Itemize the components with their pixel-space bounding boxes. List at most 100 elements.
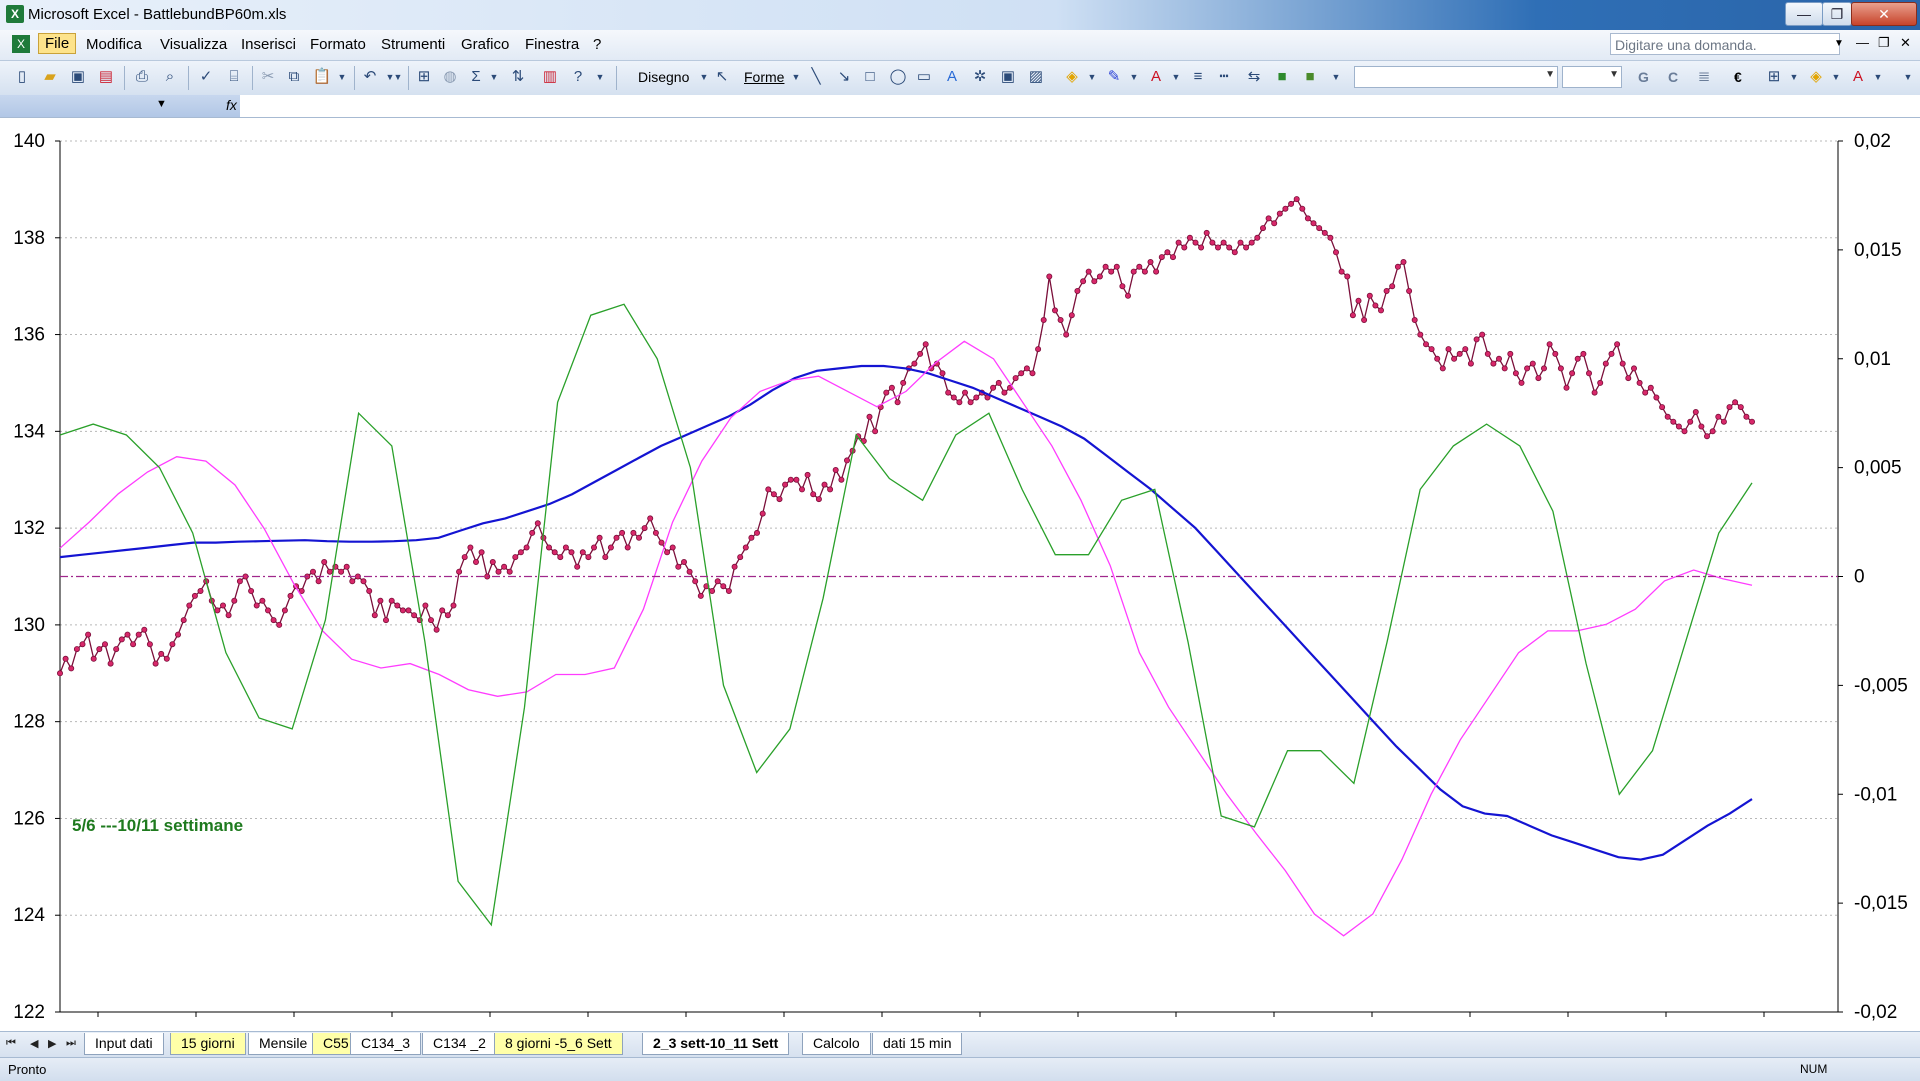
first-sheet-button[interactable]: ⏮ xyxy=(6,1037,16,1050)
sheet-tab[interactable]: 2_3 sett-10_11 Sett xyxy=(642,1033,790,1055)
chart-wizard-icon[interactable]: ▥ xyxy=(540,67,560,87)
cell-fill-dropdown-icon[interactable]: ▼ xyxy=(1826,67,1846,87)
menu-strumenti[interactable]: Strumenti xyxy=(381,36,445,53)
font-color-dropdown-icon[interactable]: ▼ xyxy=(1166,67,1186,87)
help-dropdown-arrow-icon[interactable]: ▼ xyxy=(1834,38,1844,49)
web-toolbar-icon[interactable]: ◍ xyxy=(440,67,460,87)
formatting-options-icon[interactable]: ▼ xyxy=(1898,67,1918,87)
doc-restore-button[interactable]: ❐ xyxy=(1878,35,1890,51)
menu-modifica[interactable]: Modifica xyxy=(86,36,142,53)
spelling-icon[interactable]: ✓ xyxy=(196,67,216,87)
3d-style-icon[interactable]: ■ xyxy=(1300,67,1320,87)
print-preview-icon[interactable]: ⌕ xyxy=(160,67,180,87)
help-search-input[interactable]: Digitare una domanda. xyxy=(1610,33,1840,55)
fill-color-dropdown-icon[interactable]: ▼ xyxy=(1082,67,1102,87)
font-size-combo[interactable]: ▼ xyxy=(1562,66,1622,88)
menu-formato[interactable]: Formato xyxy=(310,36,366,53)
name-box-dropdown-icon[interactable]: ▼ xyxy=(156,98,167,110)
line-style-icon[interactable]: ≡ xyxy=(1188,67,1208,87)
function-icon[interactable]: fx xyxy=(226,97,237,113)
font-size-dropdown-icon[interactable]: ▼ xyxy=(1609,69,1619,80)
toolbar-options-icon[interactable]: ▼ xyxy=(590,67,610,87)
cell-font-color-icon[interactable]: A xyxy=(1848,67,1868,87)
select-objects-icon[interactable]: ↖ xyxy=(712,67,732,87)
cut-icon[interactable]: ✂ xyxy=(258,67,278,87)
menu-inserisci[interactable]: Inserisci xyxy=(241,36,296,53)
print-icon[interactable]: ⎙ xyxy=(132,67,152,87)
undo-icon[interactable]: ↶ xyxy=(360,67,380,87)
dash-style-icon[interactable]: ┅ xyxy=(1214,67,1234,87)
fill-color-icon[interactable]: ◈ xyxy=(1062,67,1082,87)
euro-button[interactable]: € xyxy=(1734,69,1742,85)
sheet-tab[interactable]: Input dati xyxy=(84,1033,164,1055)
borders-dropdown-icon[interactable]: ▼ xyxy=(1784,67,1804,87)
font-color-icon[interactable]: A xyxy=(1146,67,1166,87)
sheet-tab[interactable]: C134 _2 xyxy=(422,1033,497,1055)
formula-input[interactable] xyxy=(244,97,1914,115)
arrow-icon[interactable]: ↘ xyxy=(834,67,854,87)
drawing-options-icon[interactable]: ▼ xyxy=(1326,67,1346,87)
next-sheet-button[interactable]: ▶ xyxy=(48,1037,56,1050)
copy-icon[interactable]: ⧉ xyxy=(284,67,304,87)
align-icon[interactable]: ≣ xyxy=(1694,67,1714,87)
italic-button[interactable]: C xyxy=(1668,69,1678,85)
sheet-tab[interactable]: Calcolo xyxy=(802,1033,871,1055)
paste-dropdown-icon[interactable]: ▼ xyxy=(332,67,352,87)
sort-icon[interactable]: ⇅ xyxy=(508,67,528,87)
last-sheet-button[interactable]: ⏭ xyxy=(66,1037,76,1050)
autosum-dropdown-icon[interactable]: ▼ xyxy=(484,67,504,87)
shadow-style-icon[interactable]: ■ xyxy=(1272,67,1292,87)
minimize-button[interactable]: — xyxy=(1785,2,1823,26)
help-icon[interactable]: ? xyxy=(568,67,588,87)
line-icon[interactable]: ╲ xyxy=(806,67,826,87)
excel-app-icon[interactable]: X xyxy=(6,5,24,23)
save-icon[interactable]: ▣ xyxy=(68,67,88,87)
sheet-tab[interactable]: 15 giorni xyxy=(170,1033,246,1055)
rectangle-icon[interactable]: □ xyxy=(860,67,880,87)
menu-grafico[interactable]: Grafico xyxy=(461,36,509,53)
chart-area[interactable]: 140 138 136 134 132 130 128 126 124 122 0,02 0,015 0… xyxy=(0,118,1920,1031)
picture-icon[interactable]: ▨ xyxy=(1026,67,1046,87)
new-document-icon[interactable]: ▯ xyxy=(12,67,32,87)
line-color-icon[interactable]: ✎ xyxy=(1104,67,1124,87)
doc-close-button[interactable]: ✕ xyxy=(1900,35,1911,51)
restore-button[interactable]: ❐ xyxy=(1822,2,1852,26)
name-box[interactable]: ▼ xyxy=(0,95,240,117)
menu-help[interactable]: ? xyxy=(593,36,601,53)
oval-icon[interactable]: ◯ xyxy=(888,67,908,87)
textbox-icon[interactable]: ▭ xyxy=(914,67,934,87)
close-button[interactable]: ✕ xyxy=(1851,2,1917,26)
autosum-icon[interactable]: Σ xyxy=(466,67,486,87)
sheet-tab[interactable]: Mensile xyxy=(248,1033,319,1055)
menu-file[interactable]: File xyxy=(38,33,77,54)
doc-minimize-button[interactable]: — xyxy=(1856,35,1869,50)
line-color-dropdown-icon[interactable]: ▼ xyxy=(1124,67,1144,87)
redo-dropdown-icon[interactable]: ▼ xyxy=(388,67,408,87)
menu-visualizza[interactable]: Visualizza xyxy=(160,36,227,53)
font-name-combo[interactable]: ▼ xyxy=(1354,66,1558,88)
bold-button[interactable]: G xyxy=(1638,69,1649,85)
workbook-icon[interactable]: X xyxy=(12,35,30,53)
borders-icon[interactable]: ⊞ xyxy=(1764,67,1784,87)
paste-icon[interactable]: 📋 xyxy=(312,67,332,87)
wordart-icon[interactable]: A xyxy=(942,67,962,87)
clipart-icon[interactable]: ▣ xyxy=(998,67,1018,87)
cell-font-color-dropdown-icon[interactable]: ▼ xyxy=(1868,67,1888,87)
font-name-dropdown-icon[interactable]: ▼ xyxy=(1545,69,1555,80)
menu-finestra[interactable]: Finestra xyxy=(525,36,579,53)
research-icon[interactable]: ⌸ xyxy=(224,67,244,87)
sheet-tab[interactable]: 8 giorni -5_6 Sett xyxy=(494,1033,623,1055)
autoshapes-dropdown-icon[interactable]: ▼ xyxy=(786,67,806,87)
diagram-icon[interactable]: ✲ xyxy=(970,67,990,87)
drawing-menu[interactable]: Disegno xyxy=(638,69,689,85)
open-folder-icon[interactable]: ▰ xyxy=(40,67,60,87)
line-chart[interactable]: 140 138 136 134 132 130 128 126 124 122 0,02 0,015 0… xyxy=(0,118,1920,1031)
drawing-dropdown-icon[interactable]: ▼ xyxy=(694,67,714,87)
sheet-tab[interactable]: dati 15 min xyxy=(872,1033,963,1055)
sheet-tab[interactable]: C134_3 xyxy=(350,1033,422,1055)
arrow-style-icon[interactable]: ⇆ xyxy=(1244,67,1264,87)
cell-fill-icon[interactable]: ◈ xyxy=(1806,67,1826,87)
previous-sheet-button[interactable]: ◀ xyxy=(30,1037,38,1050)
autoshapes-menu[interactable]: Forme xyxy=(744,69,784,85)
permission-icon[interactable]: ▤ xyxy=(96,67,116,87)
